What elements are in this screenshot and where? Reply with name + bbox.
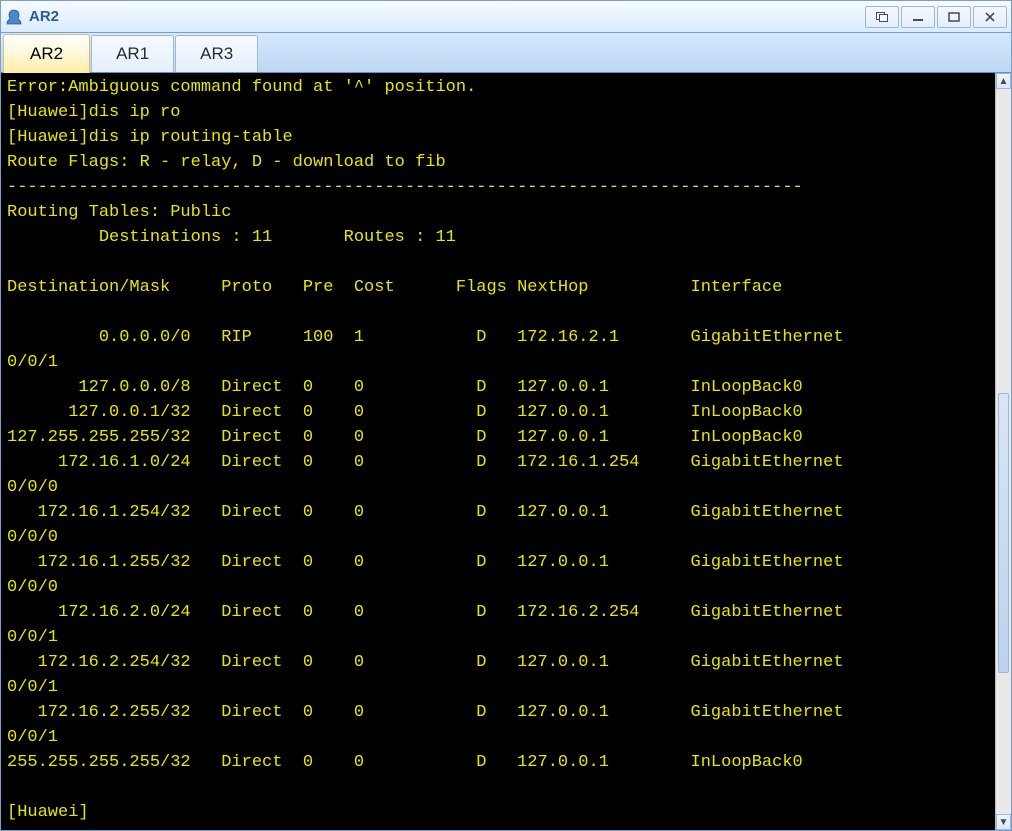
terminal-area: Error:Ambiguous command found at '^' pos… <box>1 73 1011 830</box>
terminal-output[interactable]: Error:Ambiguous command found at '^' pos… <box>1 73 995 830</box>
close-button[interactable] <box>973 6 1007 28</box>
scrollbar[interactable]: ▲ ▼ <box>995 73 1011 830</box>
restore-extra-button[interactable] <box>865 6 899 28</box>
minimize-button[interactable] <box>901 6 935 28</box>
app-window: AR2 AR2AR1AR3 Error:Ambiguous command fo… <box>0 0 1012 831</box>
window-title: AR2 <box>29 8 865 25</box>
tab-ar2[interactable]: AR2 <box>3 34 90 73</box>
scroll-down-button[interactable]: ▼ <box>996 814 1011 830</box>
tabbar: AR2AR1AR3 <box>1 33 1011 73</box>
scroll-thumb[interactable] <box>998 393 1009 673</box>
maximize-button[interactable] <box>937 6 971 28</box>
titlebar: AR2 <box>1 1 1011 33</box>
scroll-up-button[interactable]: ▲ <box>996 73 1011 89</box>
tab-ar1[interactable]: AR1 <box>91 35 174 72</box>
tab-ar3[interactable]: AR3 <box>175 35 258 72</box>
window-controls <box>865 6 1007 28</box>
app-icon <box>5 8 23 26</box>
